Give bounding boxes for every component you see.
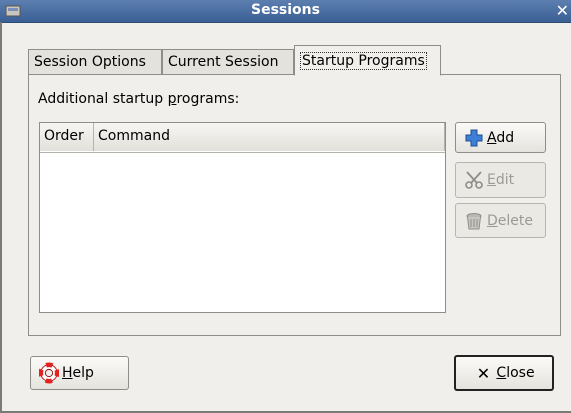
edit-button[interactable]: Edit bbox=[455, 162, 546, 198]
tab-current-session[interactable]: Current Session bbox=[162, 49, 294, 74]
help-button[interactable]: Help bbox=[30, 356, 129, 390]
window-frame bbox=[0, 22, 2, 413]
close-x-icon: ✕ bbox=[476, 363, 491, 383]
title-bar: Sessions ✕ bbox=[0, 0, 571, 23]
lifebuoy-icon bbox=[39, 362, 59, 384]
scissors-icon bbox=[464, 170, 484, 190]
window-title: Sessions bbox=[251, 2, 320, 18]
tab-label: Startup Programs bbox=[300, 52, 427, 70]
tab-startup-programs[interactable]: Startup Programs bbox=[294, 45, 441, 76]
column-header-order[interactable]: Order bbox=[40, 123, 94, 151]
add-label: Add bbox=[487, 129, 515, 146]
trash-icon bbox=[464, 211, 484, 231]
close-label: Close bbox=[496, 365, 535, 381]
startup-programs-label: Additional startup programs: bbox=[38, 91, 240, 107]
tab-label: Current Session bbox=[168, 54, 279, 70]
column-header-command[interactable]: Command bbox=[94, 123, 445, 151]
startup-programs-list[interactable]: Order Command bbox=[39, 122, 446, 313]
help-label: Help bbox=[62, 365, 94, 381]
tab-label: Session Options bbox=[34, 54, 146, 70]
add-button[interactable]: Add bbox=[455, 122, 546, 153]
window-close-icon[interactable]: ✕ bbox=[556, 1, 569, 20]
plus-icon bbox=[464, 128, 484, 148]
close-button[interactable]: ✕ Close bbox=[454, 355, 554, 391]
delete-label: Delete bbox=[487, 212, 533, 229]
list-header: Order Command bbox=[40, 123, 445, 153]
delete-button[interactable]: Delete bbox=[455, 203, 546, 238]
tab-session-options[interactable]: Session Options bbox=[28, 49, 162, 74]
edit-label: Edit bbox=[487, 172, 515, 188]
